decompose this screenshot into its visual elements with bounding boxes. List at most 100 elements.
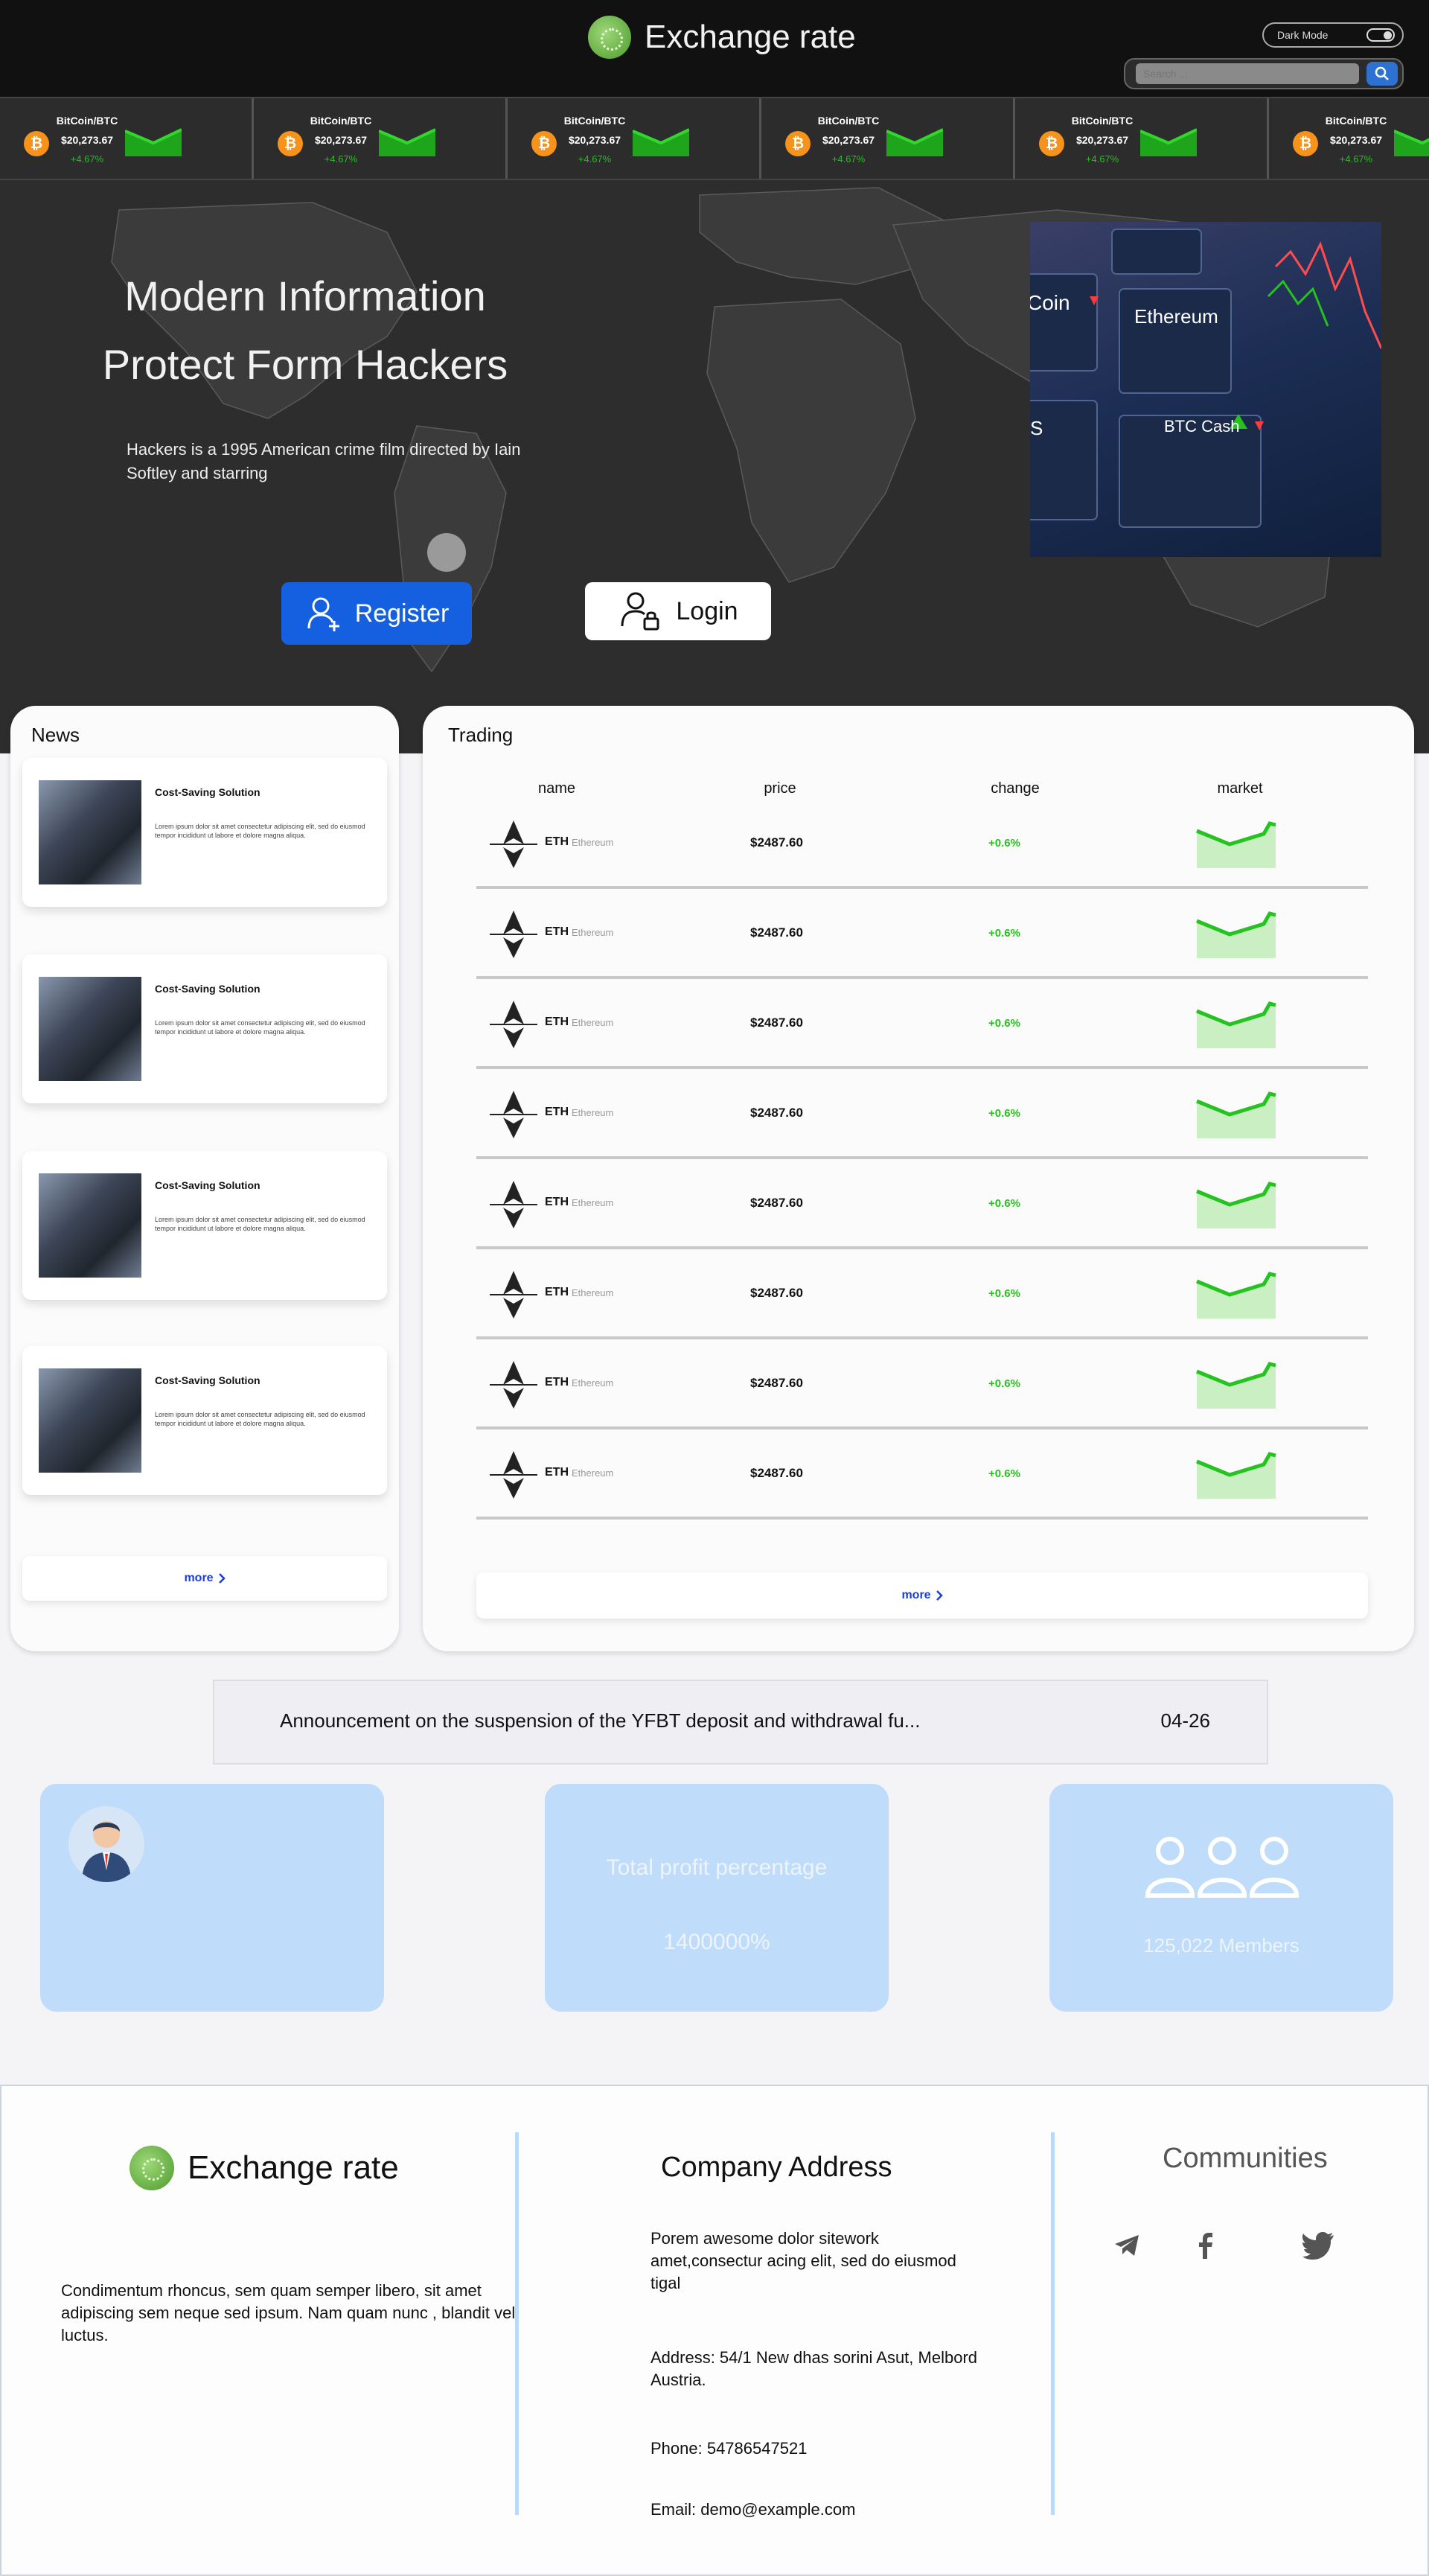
- ethereum-icon: [490, 911, 537, 958]
- brand-logo: [588, 16, 631, 59]
- toggle-switch[interactable]: [1366, 28, 1395, 42]
- news-thumbnail: [39, 1173, 141, 1278]
- row-coin-name: Ethereum: [572, 1377, 614, 1389]
- ticker-item[interactable]: ₿ BitCoin/BTC $20,273.67 +4.67%: [0, 98, 254, 179]
- trading-row[interactable]: ETH Ethereum $2487.60 +0.6%: [476, 800, 1368, 889]
- search-input[interactable]: [1136, 63, 1359, 84]
- ticker-pair: BitCoin/BTC: [563, 115, 626, 127]
- twitter-icon: [1302, 2232, 1334, 2260]
- ticker-sparkline: [125, 128, 182, 156]
- ethereum-icon: [490, 1181, 537, 1228]
- row-symbol: ETH: [545, 1286, 569, 1298]
- hero-subtitle: Hackers is a 1995 American crime film di…: [127, 440, 521, 482]
- news-more-button[interactable]: more: [22, 1556, 387, 1601]
- ticker-price: $20,273.67: [568, 134, 621, 146]
- news-headline: Cost-Saving Solution: [155, 786, 260, 798]
- news-card[interactable]: Cost-Saving Solution Lorem ipsum dolor s…: [22, 1346, 387, 1495]
- market-sparkline: [1196, 1452, 1276, 1499]
- profit-title: Total profit percentage: [606, 1855, 828, 1880]
- row-change: +0.6%: [988, 1287, 1020, 1300]
- ticker-price: $20,273.67: [1075, 134, 1129, 146]
- ticker-sparkline: [633, 128, 689, 156]
- market-sparkline: [1196, 1091, 1276, 1138]
- bitcoin-icon: ₿: [531, 131, 557, 156]
- footer-divider: [515, 2132, 519, 2515]
- chevron-right-icon: [936, 1590, 943, 1601]
- row-change: +0.6%: [988, 1107, 1020, 1120]
- footer: Exchange rate Condimentum rhoncus, sem q…: [0, 2085, 1429, 2576]
- news-thumbnail: [39, 780, 141, 884]
- news-body: Lorem ipsum dolor sit amet consectetur a…: [155, 1411, 365, 1427]
- dark-mode-toggle[interactable]: Dark Mode: [1262, 22, 1404, 48]
- profit-card[interactable]: Total profit percentage 1400000%: [545, 1784, 889, 2012]
- news-card[interactable]: Cost-Saving Solution Lorem ipsum dolor s…: [22, 758, 387, 907]
- footer-brand[interactable]: Exchange rate: [130, 2146, 399, 2190]
- announcement-bar[interactable]: Announcement on the suspension of the YF…: [213, 1680, 1268, 1764]
- ticker-pair: BitCoin/BTC: [817, 115, 880, 127]
- trading-row[interactable]: ETH Ethereum $2487.60 +0.6%: [476, 980, 1368, 1069]
- news-thumbnail: [39, 1368, 141, 1473]
- hero-title-line-2: Protect Form Hackers: [102, 341, 508, 388]
- search-icon: [1375, 66, 1389, 80]
- profile-card[interactable]: [40, 1784, 384, 2012]
- news-more-label: more: [184, 1572, 214, 1584]
- facebook-icon: [1199, 2233, 1212, 2259]
- trading-more-button[interactable]: more: [476, 1572, 1368, 1619]
- row-price: $2487.60: [750, 1286, 803, 1300]
- ticker-change: +4.67%: [70, 153, 104, 165]
- row-coin-name: Ethereum: [572, 1107, 614, 1118]
- news-body: Lorem ipsum dolor sit amet consectetur a…: [155, 823, 365, 839]
- search-button[interactable]: [1366, 62, 1398, 86]
- market-sparkline: [1196, 911, 1276, 958]
- ticker-item[interactable]: ₿ BitCoin/BTC $20,273.67 +4.67%: [761, 98, 1015, 179]
- brand[interactable]: Exchange rate: [588, 15, 856, 60]
- telegram-link[interactable]: [1109, 2228, 1145, 2263]
- ticker-pair: BitCoin/BTC: [56, 115, 118, 127]
- row-change: +0.6%: [988, 1377, 1020, 1390]
- user-lock-icon: [621, 592, 659, 631]
- ticker-item[interactable]: ₿ BitCoin/BTC $20,273.67 +4.67%: [508, 98, 761, 179]
- ticker-pair: BitCoin/BTC: [1071, 115, 1134, 127]
- communities-title: Communities: [1163, 2143, 1328, 2174]
- ticker-change: +4.67%: [578, 153, 612, 165]
- ticker-item[interactable]: ₿ BitCoin/BTC $20,273.67 +4.67%: [1269, 98, 1429, 179]
- user-avatar-icon: [82, 1821, 131, 1882]
- company-address-title: Company Address: [661, 2152, 892, 2183]
- register-button[interactable]: Register: [281, 582, 472, 645]
- row-price: $2487.60: [750, 835, 803, 849]
- ethereum-icon: [490, 820, 537, 868]
- email-text[interactable]: Email: demo@example.com: [650, 2499, 978, 2521]
- footer-logo: [130, 2146, 174, 2190]
- dark-mode-label: Dark Mode: [1277, 29, 1329, 41]
- news-title: News: [31, 724, 80, 746]
- news-card[interactable]: Cost-Saving Solution Lorem ipsum dolor s…: [22, 1151, 387, 1300]
- ticker-item[interactable]: ₿ BitCoin/BTC $20,273.67 +4.67%: [1015, 98, 1269, 179]
- ticker-item[interactable]: ₿ BitCoin/BTC $20,273.67 +4.67%: [254, 98, 508, 179]
- trading-row[interactable]: ETH Ethereum $2487.60 +0.6%: [476, 1430, 1368, 1520]
- bitcoin-icon: ₿: [24, 131, 49, 156]
- chevron-right-icon: [218, 1573, 226, 1584]
- trading-row[interactable]: ETH Ethereum $2487.60 +0.6%: [476, 890, 1368, 979]
- twitter-link[interactable]: [1301, 2228, 1337, 2263]
- bitcoin-icon: ₿: [1039, 131, 1064, 156]
- row-symbol: ETH: [545, 1196, 569, 1208]
- market-sparkline: [1196, 1182, 1276, 1228]
- column-header-market: market: [1217, 780, 1263, 797]
- facebook-link[interactable]: [1188, 2228, 1224, 2263]
- trading-row[interactable]: ETH Ethereum $2487.60 +0.6%: [476, 1160, 1368, 1249]
- row-coin-name: Ethereum: [572, 1467, 614, 1479]
- ticker-change: +4.67%: [1339, 153, 1373, 165]
- ethereum-icon: [490, 1451, 537, 1499]
- announcement-text[interactable]: Announcement on the suspension of the YF…: [280, 1709, 920, 1732]
- announcement-date: 04-26: [1160, 1709, 1211, 1732]
- ticker-price: $20,273.67: [1329, 134, 1383, 146]
- avatar: [68, 1806, 144, 1882]
- trading-row[interactable]: ETH Ethereum $2487.60 +0.6%: [476, 1070, 1368, 1159]
- row-price: $2487.60: [750, 1376, 803, 1390]
- trading-row[interactable]: ETH Ethereum $2487.60 +0.6%: [476, 1250, 1368, 1339]
- trading-row[interactable]: ETH Ethereum $2487.60 +0.6%: [476, 1340, 1368, 1429]
- login-button[interactable]: Login: [585, 582, 771, 640]
- members-card[interactable]: 125,022 Members: [1049, 1784, 1393, 2012]
- news-card[interactable]: Cost-Saving Solution Lorem ipsum dolor s…: [22, 954, 387, 1103]
- trading-title: Trading: [448, 724, 514, 746]
